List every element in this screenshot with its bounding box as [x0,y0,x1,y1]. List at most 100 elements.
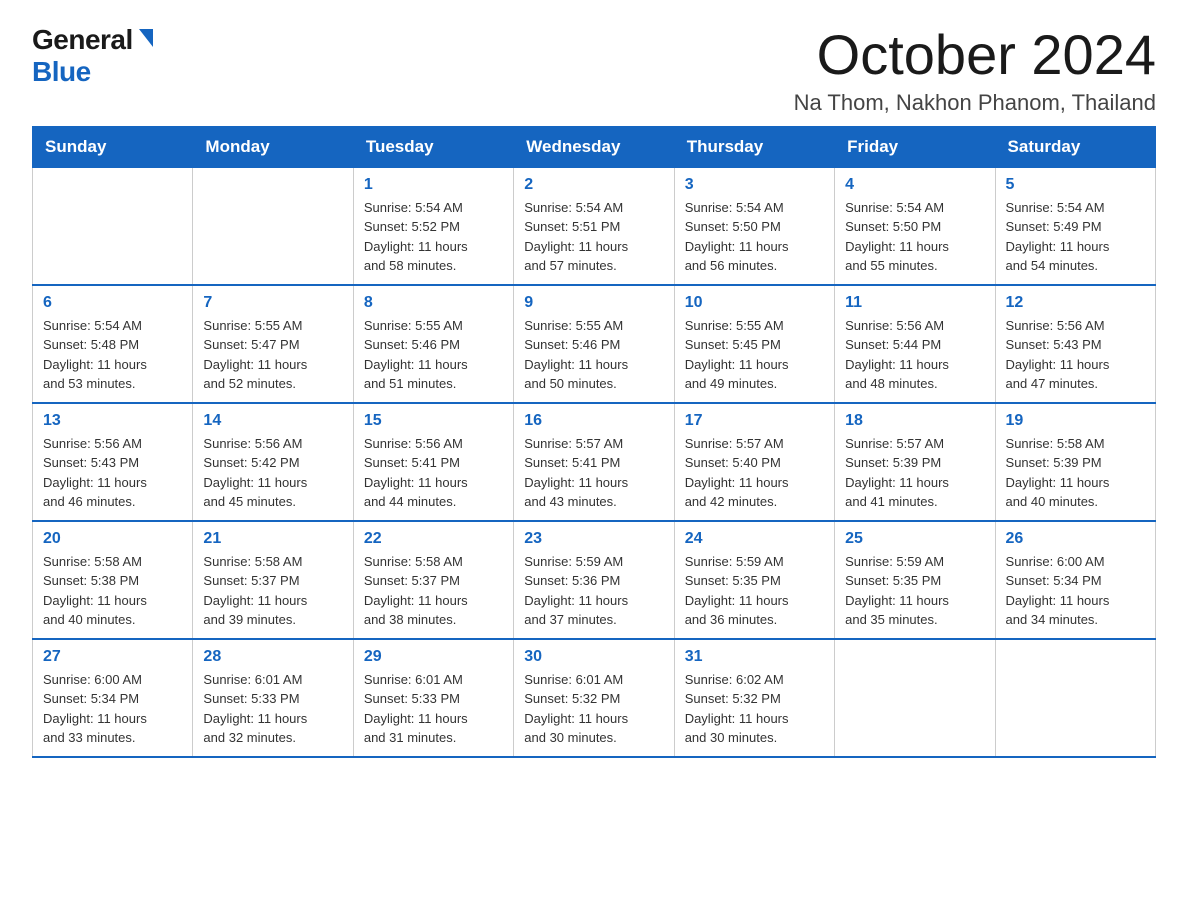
calendar-body: 1 Sunrise: 5:54 AM Sunset: 5:52 PM Daylig… [33,167,1156,757]
day-info: Sunrise: 5:56 AM Sunset: 5:44 PM Dayligh… [845,316,984,394]
day-cell: 29 Sunrise: 6:01 AM Sunset: 5:33 PM Dayli… [353,639,513,757]
day-number: 5 [1006,176,1145,194]
day-cell [835,639,995,757]
logo-triangle-icon [139,29,153,47]
day-info: Sunrise: 5:56 AM Sunset: 5:43 PM Dayligh… [43,434,182,512]
day-number: 16 [524,412,663,430]
day-cell: 31Sunrise: 6:02 AM Sunset: 5:32 PM Dayli… [674,639,834,757]
logo-blue: Blue [32,56,91,88]
day-info: Sunrise: 5:54 AM Sunset: 5:51 PM Dayligh… [524,198,663,276]
day-info: Sunrise: 5:54 AM Sunset: 5:50 PM Dayligh… [685,198,824,276]
day-cell: 21 Sunrise: 5:58 AM Sunset: 5:37 PM Dayli… [193,521,353,639]
day-info: Sunrise: 5:55 AM Sunset: 5:47 PM Dayligh… [203,316,342,394]
day-number: 19 [1006,412,1145,430]
header-day-saturday: Saturday [995,126,1155,167]
day-cell: 13 Sunrise: 5:56 AM Sunset: 5:43 PM Dayli… [33,403,193,521]
day-number: 20 [43,530,182,548]
day-info: Sunrise: 5:57 AM Sunset: 5:40 PM Dayligh… [685,434,824,512]
day-cell [995,639,1155,757]
day-number: 28 [203,648,342,666]
month-title: October 2024 [794,24,1156,86]
day-info: Sunrise: 5:55 AM Sunset: 5:46 PM Dayligh… [524,316,663,394]
day-number: 29 [364,648,503,666]
day-cell: 22 Sunrise: 5:58 AM Sunset: 5:37 PM Dayli… [353,521,513,639]
day-info: Sunrise: 5:55 AM Sunset: 5:45 PM Dayligh… [685,316,824,394]
day-info: Sunrise: 5:56 AM Sunset: 5:41 PM Dayligh… [364,434,503,512]
header-row: SundayMondayTuesdayWednesdayThursdayFrid… [33,126,1156,167]
day-number: 18 [845,412,984,430]
day-info: Sunrise: 5:57 AM Sunset: 5:41 PM Dayligh… [524,434,663,512]
day-info: Sunrise: 6:01 AM Sunset: 5:33 PM Dayligh… [364,670,503,748]
day-cell: 25Sunrise: 5:59 AM Sunset: 5:35 PM Dayli… [835,521,995,639]
day-cell: 19 Sunrise: 5:58 AM Sunset: 5:39 PM Dayli… [995,403,1155,521]
header-day-wednesday: Wednesday [514,126,674,167]
header-day-tuesday: Tuesday [353,126,513,167]
day-cell [33,167,193,285]
day-number: 15 [364,412,503,430]
day-number: 6 [43,294,182,312]
day-info: Sunrise: 6:01 AM Sunset: 5:33 PM Dayligh… [203,670,342,748]
day-number: 17 [685,412,824,430]
logo-general: General [32,24,133,56]
day-cell: 1 Sunrise: 5:54 AM Sunset: 5:52 PM Daylig… [353,167,513,285]
day-info: Sunrise: 5:54 AM Sunset: 5:48 PM Dayligh… [43,316,182,394]
day-number: 14 [203,412,342,430]
day-cell: 9 Sunrise: 5:55 AM Sunset: 5:46 PM Daylig… [514,285,674,403]
day-number: 4 [845,176,984,194]
day-number: 31 [685,648,824,666]
day-info: Sunrise: 5:58 AM Sunset: 5:37 PM Dayligh… [203,552,342,630]
day-cell: 10 Sunrise: 5:55 AM Sunset: 5:45 PM Dayli… [674,285,834,403]
day-number: 8 [364,294,503,312]
day-cell: 4Sunrise: 5:54 AM Sunset: 5:50 PM Daylig… [835,167,995,285]
week-row-4: 20 Sunrise: 5:58 AM Sunset: 5:38 PM Dayli… [33,521,1156,639]
day-cell: 23Sunrise: 5:59 AM Sunset: 5:36 PM Dayli… [514,521,674,639]
day-cell: 27 Sunrise: 6:00 AM Sunset: 5:34 PM Dayli… [33,639,193,757]
day-info: Sunrise: 5:58 AM Sunset: 5:37 PM Dayligh… [364,552,503,630]
calendar-table: SundayMondayTuesdayWednesdayThursdayFrid… [32,126,1156,758]
calendar-header: SundayMondayTuesdayWednesdayThursdayFrid… [33,126,1156,167]
header-day-thursday: Thursday [674,126,834,167]
logo: General Blue [32,24,153,88]
day-info: Sunrise: 6:00 AM Sunset: 5:34 PM Dayligh… [43,670,182,748]
header-day-sunday: Sunday [33,126,193,167]
day-cell: 30Sunrise: 6:01 AM Sunset: 5:32 PM Dayli… [514,639,674,757]
day-info: Sunrise: 5:55 AM Sunset: 5:46 PM Dayligh… [364,316,503,394]
day-cell: 3 Sunrise: 5:54 AM Sunset: 5:50 PM Daylig… [674,167,834,285]
day-cell: 28 Sunrise: 6:01 AM Sunset: 5:33 PM Dayli… [193,639,353,757]
day-info: Sunrise: 5:58 AM Sunset: 5:38 PM Dayligh… [43,552,182,630]
day-info: Sunrise: 5:59 AM Sunset: 5:36 PM Dayligh… [524,552,663,630]
day-number: 9 [524,294,663,312]
day-cell: 5 Sunrise: 5:54 AM Sunset: 5:49 PM Daylig… [995,167,1155,285]
day-number: 7 [203,294,342,312]
day-info: Sunrise: 5:56 AM Sunset: 5:43 PM Dayligh… [1006,316,1145,394]
day-cell: 24Sunrise: 5:59 AM Sunset: 5:35 PM Dayli… [674,521,834,639]
header-day-monday: Monday [193,126,353,167]
day-number: 22 [364,530,503,548]
day-number: 3 [685,176,824,194]
day-info: Sunrise: 6:00 AM Sunset: 5:34 PM Dayligh… [1006,552,1145,630]
day-number: 1 [364,176,503,194]
week-row-3: 13 Sunrise: 5:56 AM Sunset: 5:43 PM Dayli… [33,403,1156,521]
day-number: 21 [203,530,342,548]
day-number: 27 [43,648,182,666]
day-info: Sunrise: 5:54 AM Sunset: 5:49 PM Dayligh… [1006,198,1145,276]
day-number: 13 [43,412,182,430]
day-number: 11 [845,294,984,312]
day-info: Sunrise: 5:58 AM Sunset: 5:39 PM Dayligh… [1006,434,1145,512]
day-cell: 2 Sunrise: 5:54 AM Sunset: 5:51 PM Daylig… [514,167,674,285]
title-block: October 2024 Na Thom, Nakhon Phanom, Tha… [794,24,1156,116]
header-day-friday: Friday [835,126,995,167]
day-info: Sunrise: 5:54 AM Sunset: 5:52 PM Dayligh… [364,198,503,276]
day-number: 2 [524,176,663,194]
week-row-2: 6 Sunrise: 5:54 AM Sunset: 5:48 PM Daylig… [33,285,1156,403]
day-cell: 18Sunrise: 5:57 AM Sunset: 5:39 PM Dayli… [835,403,995,521]
day-cell: 7 Sunrise: 5:55 AM Sunset: 5:47 PM Daylig… [193,285,353,403]
day-number: 10 [685,294,824,312]
day-cell: 14Sunrise: 5:56 AM Sunset: 5:42 PM Dayli… [193,403,353,521]
day-cell: 12 Sunrise: 5:56 AM Sunset: 5:43 PM Dayli… [995,285,1155,403]
week-row-1: 1 Sunrise: 5:54 AM Sunset: 5:52 PM Daylig… [33,167,1156,285]
day-cell: 15 Sunrise: 5:56 AM Sunset: 5:41 PM Dayli… [353,403,513,521]
day-number: 12 [1006,294,1145,312]
day-cell: 17 Sunrise: 5:57 AM Sunset: 5:40 PM Dayli… [674,403,834,521]
day-cell: 16 Sunrise: 5:57 AM Sunset: 5:41 PM Dayli… [514,403,674,521]
